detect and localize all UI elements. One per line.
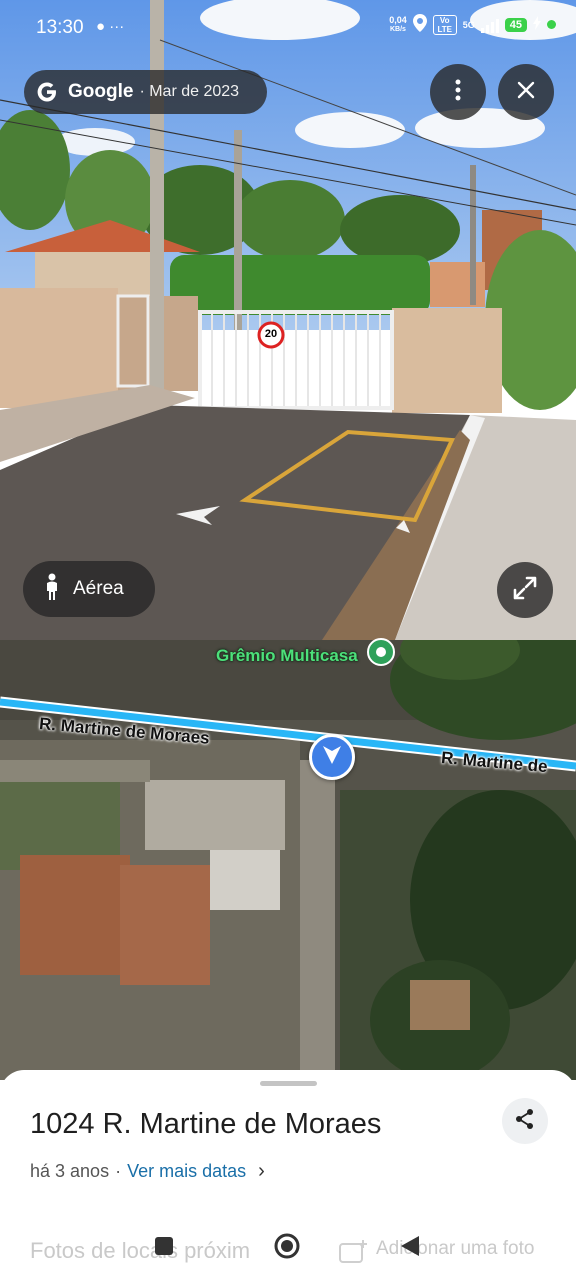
- net-speed-value: 0,04: [389, 14, 407, 25]
- drag-handle[interactable]: [260, 1081, 317, 1086]
- chevron-right-icon[interactable]: ›: [258, 1160, 265, 1183]
- more-vert-icon: [455, 79, 461, 106]
- navigation-arrow-icon: [322, 744, 342, 771]
- system-nav-bar: [0, 1228, 576, 1280]
- volte-badge: Vo LTE: [432, 14, 457, 35]
- more-options-button[interactable]: [430, 64, 486, 120]
- map-pin-icon[interactable]: [366, 638, 396, 673]
- signal-icon: [480, 17, 499, 33]
- expand-icon: [512, 575, 538, 606]
- aerial-mode-button[interactable]: Aérea: [23, 561, 155, 617]
- expand-button[interactable]: [497, 562, 553, 618]
- net-speed: 0,04 KB/s: [389, 14, 407, 34]
- source-label: Google: [68, 81, 134, 102]
- net-speed-unit: KB/s: [389, 25, 406, 33]
- poi-label[interactable]: Grêmio Multicasa: [216, 646, 358, 666]
- network-type: 5G: [462, 19, 475, 30]
- poi-marker[interactable]: Grêmio Multicasa: [216, 638, 396, 673]
- aerial-mode-label: Aérea: [73, 578, 124, 599]
- capture-date: · Mar de 2023: [139, 83, 240, 100]
- back-button[interactable]: [390, 1228, 430, 1268]
- pegman-icon: [45, 573, 59, 606]
- current-view-marker[interactable]: [309, 734, 355, 780]
- privacy-dot-icon: [547, 20, 556, 29]
- recents-button[interactable]: [144, 1228, 184, 1268]
- status-time: 13:30: [36, 17, 84, 38]
- imagery-date-row: há 3 anos · Ver mais datas ›: [30, 1160, 265, 1183]
- google-g-icon: [36, 81, 58, 103]
- screen: 20 13:30 ● ··· 0,04 KB/s Vo LTE 5G 45 Go…: [0, 0, 576, 1280]
- imagery-source-chip: Google · Mar de 2023: [24, 70, 267, 114]
- square-icon: [154, 1236, 174, 1261]
- satellite-imagery[interactable]: [0, 640, 576, 1080]
- notification-icons: ● ···: [96, 18, 125, 35]
- status-bar: 13:30 ● ··· 0,04 KB/s Vo LTE 5G 45: [0, 0, 576, 58]
- imagery-age: há 3 anos: [30, 1161, 110, 1181]
- address-title: 1024 R. Martine de Moraes: [30, 1108, 382, 1140]
- share-icon: [514, 1108, 536, 1135]
- close-button[interactable]: [498, 64, 554, 120]
- close-icon: [517, 81, 535, 104]
- location-icon: [412, 14, 427, 35]
- charging-icon: [533, 16, 541, 33]
- aerial-map[interactable]: [0, 640, 576, 1080]
- more-dates-link[interactable]: Ver mais datas: [127, 1161, 246, 1182]
- street-view-panel[interactable]: 20 13:30 ● ··· 0,04 KB/s Vo LTE 5G 45 Go…: [0, 0, 576, 640]
- meta-separator: ·: [115, 1161, 122, 1181]
- status-right-group: 0,04 KB/s Vo LTE 5G 45: [389, 14, 556, 35]
- home-button[interactable]: [267, 1228, 307, 1268]
- circle-icon: [273, 1232, 301, 1265]
- share-button[interactable]: [502, 1098, 548, 1144]
- speed-sign-text: 20: [264, 328, 278, 340]
- triangle-back-icon: [400, 1235, 420, 1262]
- battery-level: 45: [504, 17, 527, 32]
